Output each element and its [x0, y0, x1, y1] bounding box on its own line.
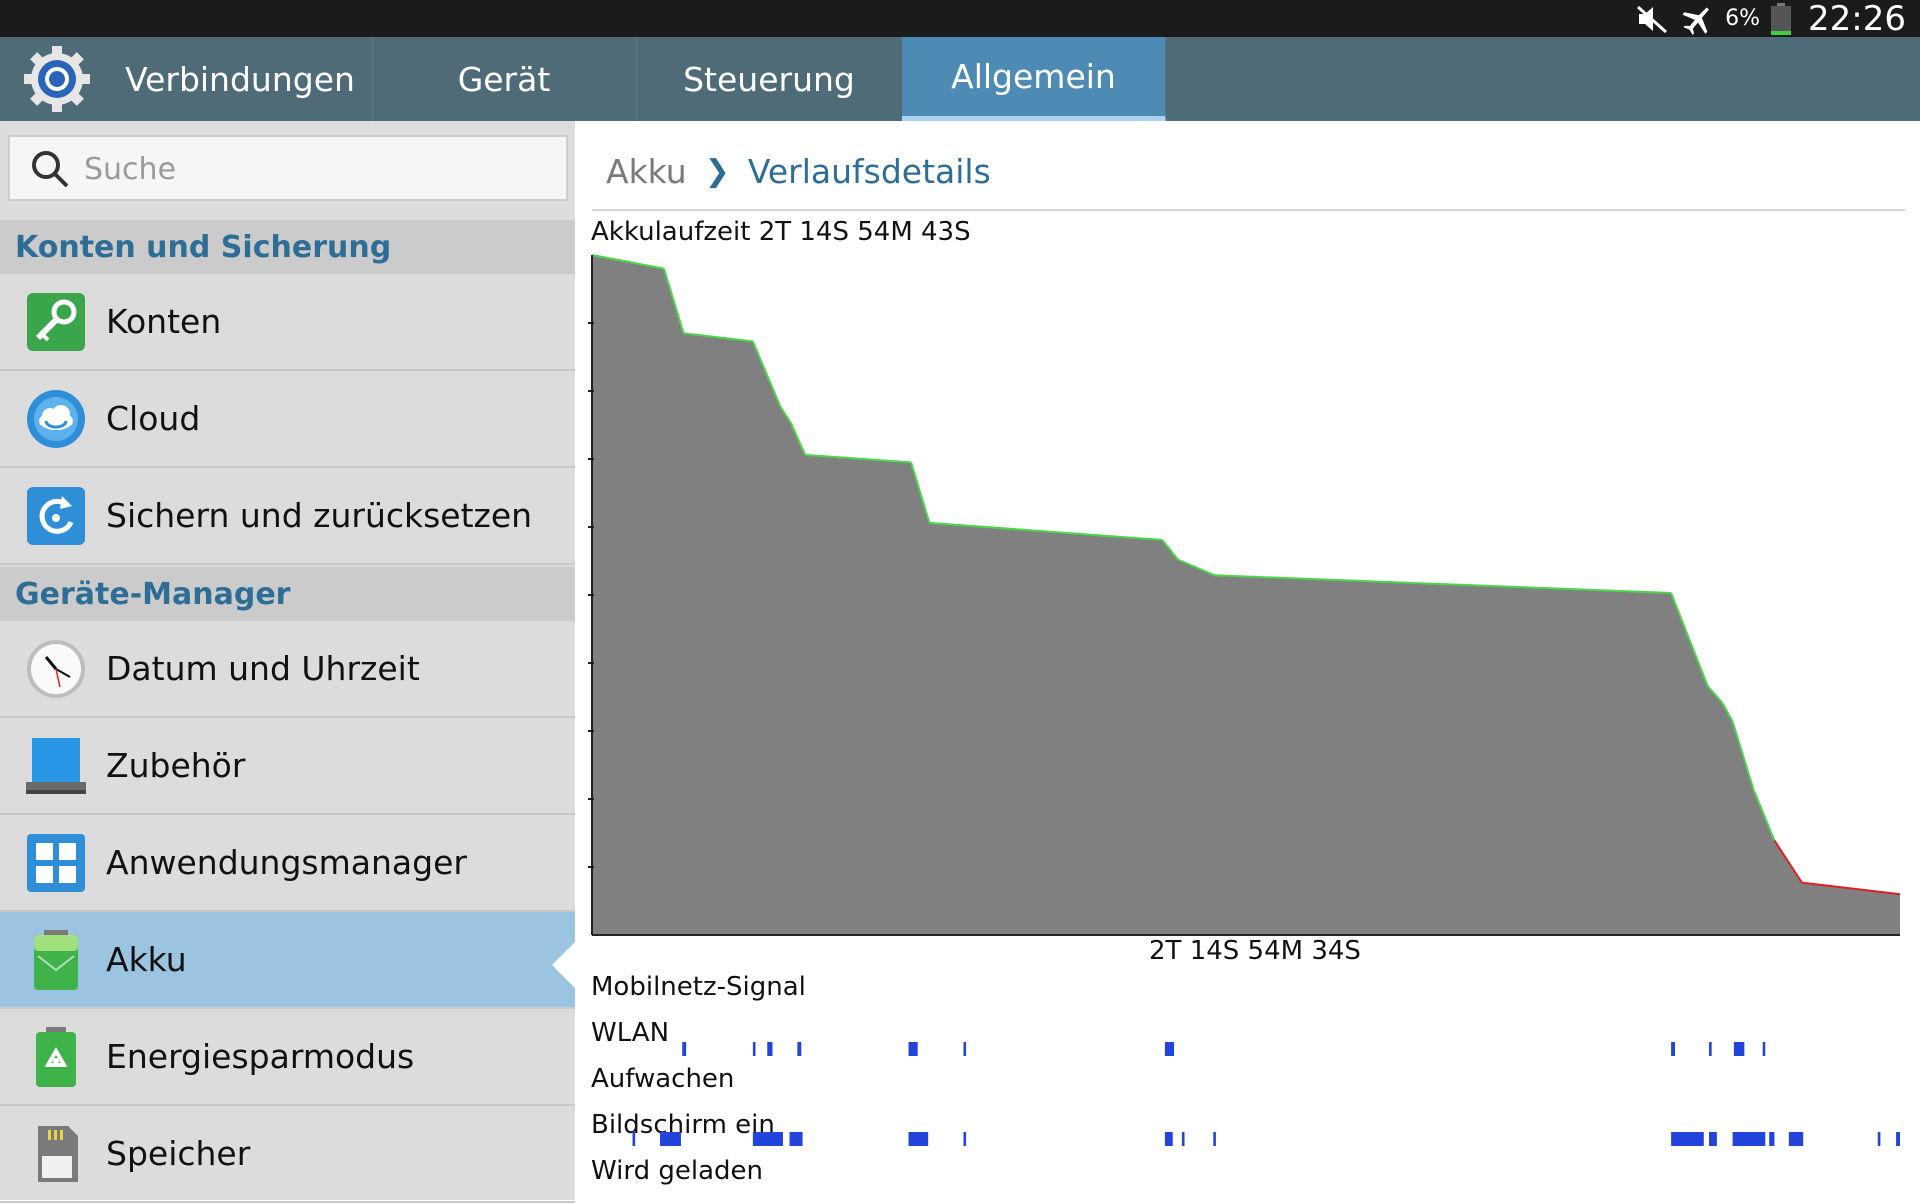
sidebar-item-akku[interactable]: Akku: [0, 912, 575, 1009]
sidebar-item-label: Konten: [106, 302, 222, 341]
breadcrumb-parent[interactable]: Akku: [606, 152, 687, 191]
track-event-bar: [789, 1132, 803, 1146]
track-event-bar: [1762, 1042, 1766, 1056]
chevron-right-icon: ❯: [704, 154, 730, 189]
clock-icon: [27, 639, 85, 698]
chart-title: Akkulaufzeit 2T 14S 54M 43S: [591, 217, 971, 247]
track-event-bar: [797, 1042, 802, 1056]
search-input[interactable]: [82, 147, 556, 191]
track-event-bar: [767, 1042, 773, 1056]
track-event-bar: [1709, 1132, 1717, 1146]
breadcrumb-current: Verlaufsdetails: [747, 152, 991, 191]
track-event-bar: [908, 1132, 929, 1146]
sidebar-item-energiesparmodus[interactable]: Energiesparmodus: [0, 1009, 575, 1106]
backup-icon: [27, 486, 85, 545]
settings-gear-icon: [24, 46, 90, 112]
track-event-bar: [1788, 1132, 1804, 1146]
battery-level-icon: [1771, 2, 1792, 35]
battery-icon: [34, 929, 78, 990]
track-event-bar: [660, 1132, 681, 1146]
clock: 22:26: [1808, 0, 1906, 39]
tab-geraet[interactable]: Gerät: [372, 37, 637, 121]
accessory-icon: [26, 737, 86, 794]
apps-grid-icon: [27, 833, 85, 892]
track-event-bar: [1733, 1042, 1745, 1056]
sidebar-item-label: Sichern und zurücksetzen: [106, 496, 533, 535]
selection-pointer: [552, 941, 576, 989]
key-icon: [27, 292, 85, 351]
track-event-bar: [1709, 1042, 1712, 1056]
track-event-bar: [1164, 1132, 1173, 1146]
settings-tab-bar: Verbindungen Gerät Steuerung Allgemein: [0, 37, 1920, 121]
track-event-bar: [963, 1042, 967, 1056]
sidebar-item-label: Datum und Uhrzeit: [106, 649, 420, 688]
section-geraete-manager: Geräte-Manager: [0, 567, 575, 621]
sidebar-item-datum-und-uhrzeit[interactable]: Datum und Uhrzeit: [0, 621, 575, 718]
track-label-wird-geladen: Wird geladen: [591, 1156, 763, 1186]
tab-allgemein[interactable]: Allgemein: [902, 37, 1166, 121]
section-konten-und-sicherung: Konten und Sicherung: [0, 220, 575, 274]
track-event-bar: [1671, 1132, 1704, 1146]
track-event-bar: [752, 1132, 783, 1146]
track-event-bar: [632, 1132, 636, 1146]
breadcrumb: Akku ❯ Verlaufsdetails: [606, 152, 991, 191]
chart-x-label: 2T 14S 54M 34S: [1149, 936, 1361, 966]
sidebar-item-speicher[interactable]: Speicher: [0, 1106, 575, 1203]
track-event-bar: [908, 1042, 918, 1056]
sidebar: Konten und Sicherung Konten Cloud Sicher…: [0, 121, 575, 1203]
airplane-mode-icon: [1682, 7, 1710, 35]
sd-card-icon: [38, 1125, 78, 1182]
sidebar-item-label: Energiesparmodus: [106, 1037, 415, 1076]
recycle-battery-icon: [36, 1026, 76, 1087]
breadcrumb-divider: [592, 209, 1905, 211]
track-event-bar: [1732, 1132, 1766, 1146]
sidebar-item-zubehoer[interactable]: Zubehör: [0, 718, 575, 815]
sidebar-item-label: Anwendungsmanager: [106, 843, 467, 882]
battery-level-area: [592, 255, 1900, 935]
track-event-bar: [752, 1042, 756, 1056]
sidebar-item-label: Speicher: [106, 1134, 251, 1173]
track-event-bar: [1164, 1042, 1175, 1056]
track-event-bar: [963, 1132, 967, 1146]
sidebar-item-konten[interactable]: Konten: [0, 274, 575, 371]
search-icon: [32, 151, 69, 188]
event-tracks: [632, 1042, 1900, 1146]
track-event-bar: [1671, 1042, 1676, 1056]
sidebar-item-label: Cloud: [106, 399, 201, 438]
sidebar-item-label: Zubehör: [106, 746, 246, 785]
search-box[interactable]: [8, 135, 568, 201]
sidebar-item-anwendungsmanager[interactable]: Anwendungsmanager: [0, 815, 575, 912]
track-event-bar: [1896, 1132, 1900, 1146]
sidebar-item-label: Akku: [106, 940, 187, 979]
track-event-bar: [1181, 1132, 1185, 1146]
track-event-bar: [1877, 1132, 1881, 1146]
tab-steuerung[interactable]: Steuerung: [636, 37, 903, 121]
battery-percent: 6%: [1725, 6, 1761, 31]
battery-history-chart: [588, 254, 1901, 936]
cloud-icon: [27, 389, 85, 448]
track-event-bar: [1769, 1132, 1775, 1146]
mute-icon: [1637, 5, 1668, 33]
status-bar: 6% 22:26: [0, 0, 1920, 39]
track-event-bar: [1213, 1132, 1216, 1146]
sidebar-item-sichern-und-zuruecksetzen[interactable]: Sichern und zurücksetzen: [0, 468, 575, 565]
track-label-mobilnetz-signal: Mobilnetz-Signal: [591, 972, 806, 1002]
tab-verbindungen[interactable]: Verbindungen: [108, 37, 373, 121]
sidebar-item-cloud[interactable]: Cloud: [0, 371, 575, 468]
track-event-bar: [682, 1042, 687, 1056]
